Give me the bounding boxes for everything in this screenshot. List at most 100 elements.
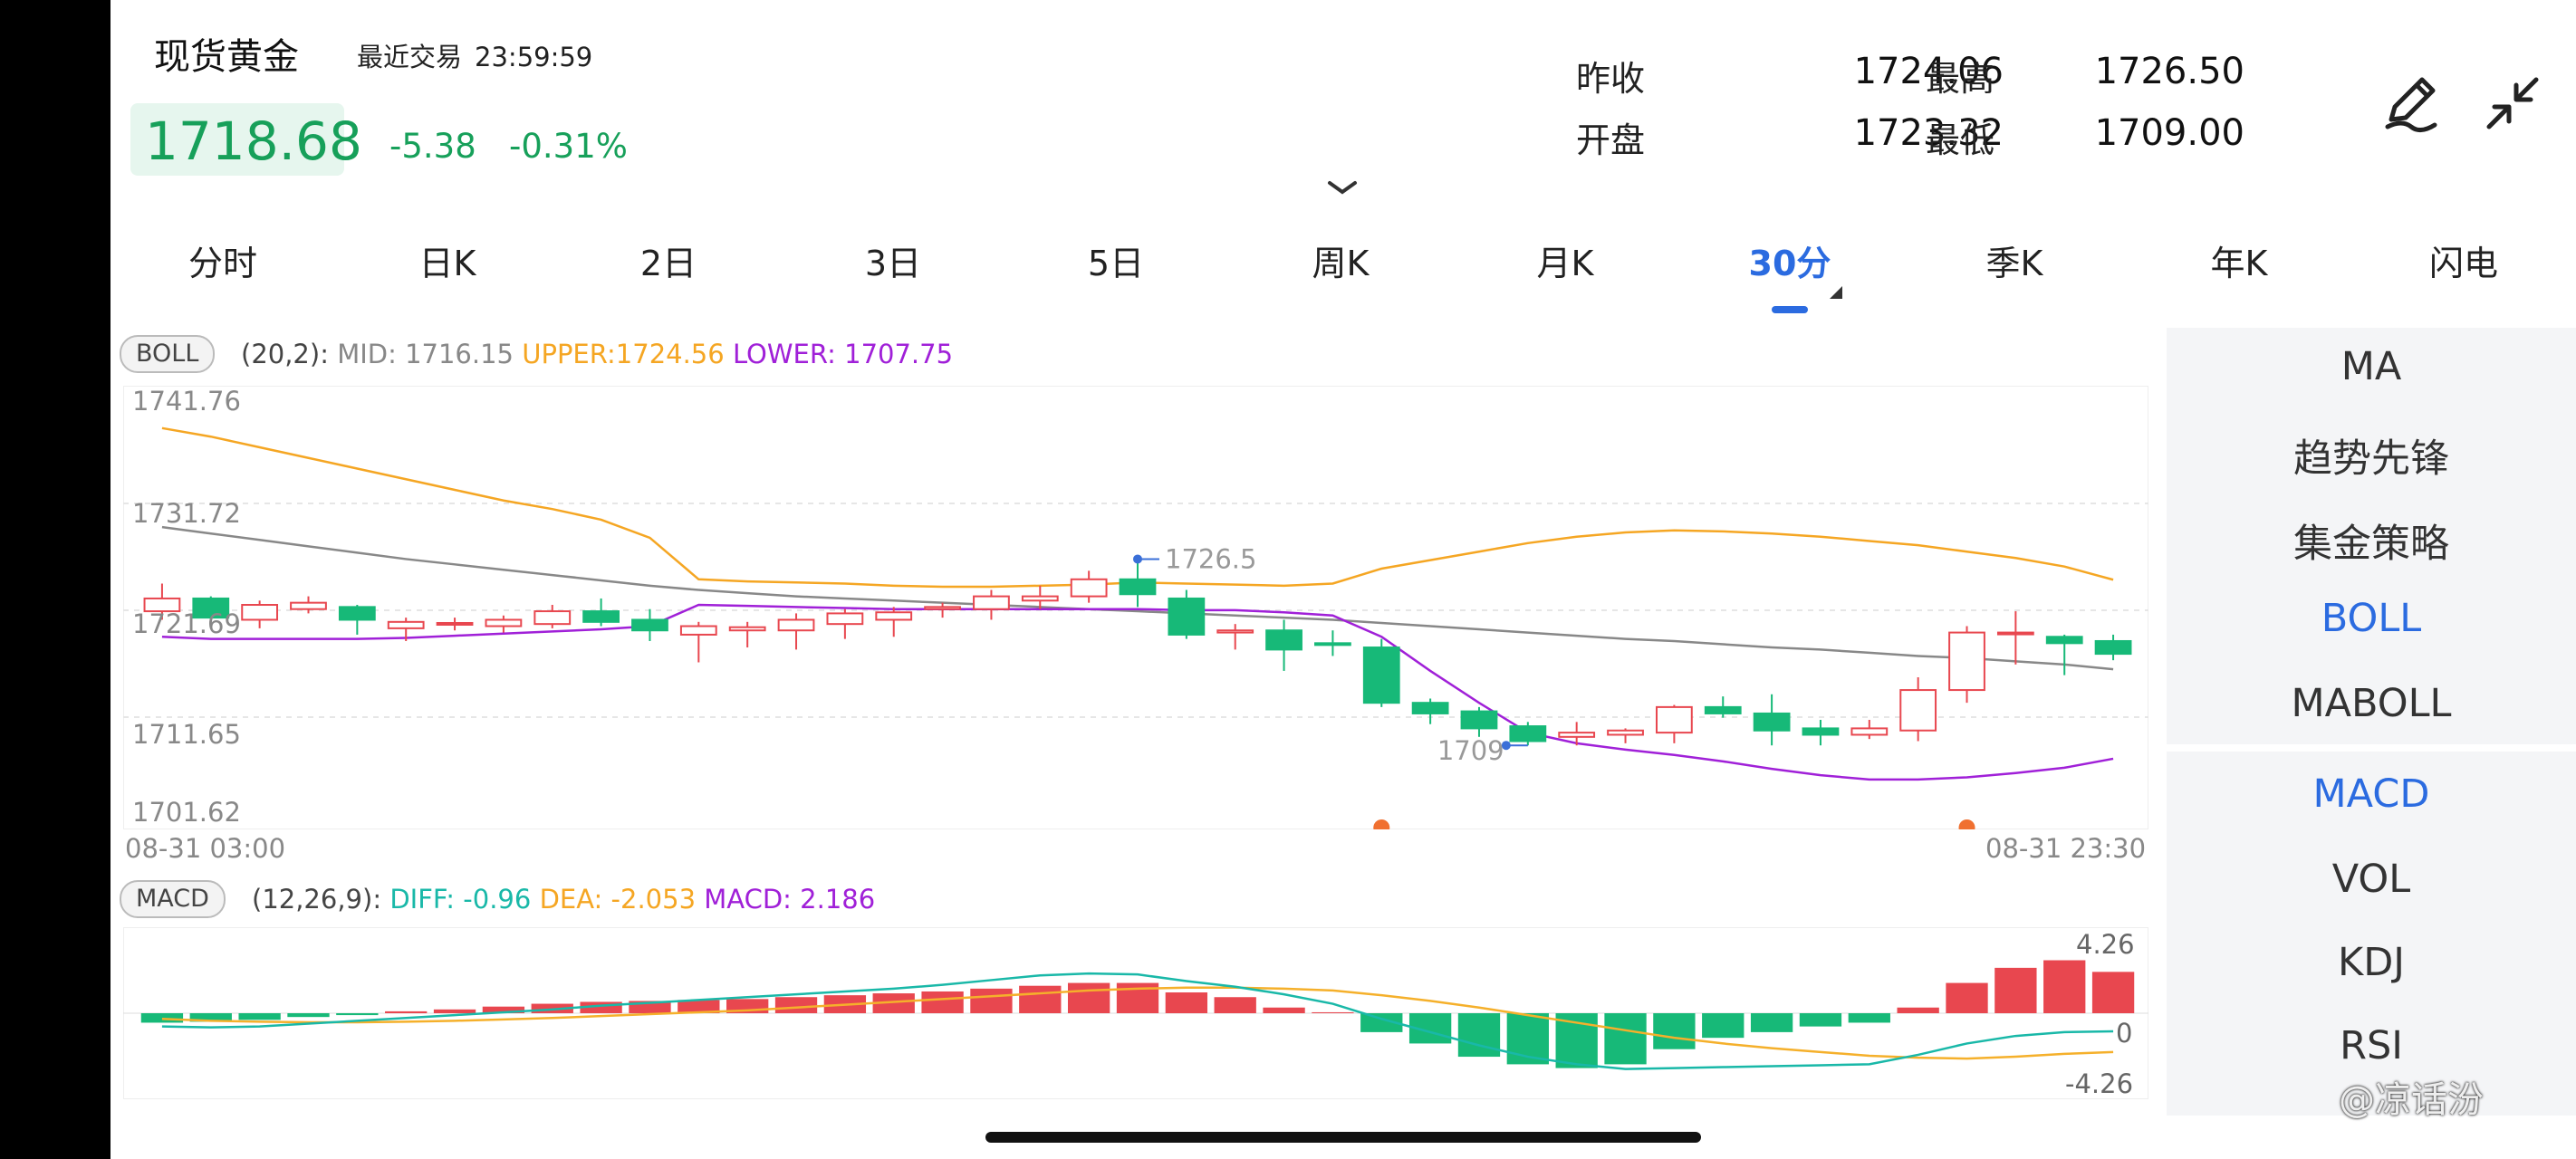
home-indicator[interactable] bbox=[985, 1132, 1701, 1143]
chart-frame bbox=[123, 386, 2148, 829]
macd-bar bbox=[1312, 1011, 1354, 1013]
sidebar-divider bbox=[2167, 744, 2576, 752]
tab-5day[interactable]: 5日 bbox=[1088, 235, 1144, 285]
active-tab-indicator bbox=[1772, 306, 1808, 313]
indicator-rsi[interactable]: RSI bbox=[2167, 1023, 2576, 1068]
macd-bar bbox=[774, 997, 818, 1013]
candle-body bbox=[777, 618, 815, 632]
macd-chart[interactable] bbox=[123, 927, 2148, 1099]
macd-legend-tag[interactable]: MACD bbox=[120, 880, 226, 918]
candle-body bbox=[1070, 578, 1108, 598]
indicator-strategy[interactable]: 集金策略 bbox=[2167, 512, 2576, 569]
macd-bar bbox=[921, 991, 964, 1013]
tab-dropdown-caret-icon bbox=[1828, 284, 1844, 304]
tab-month-k[interactable]: 月K bbox=[1537, 235, 1594, 285]
candle-body bbox=[338, 606, 376, 621]
chevron-down-icon[interactable] bbox=[1322, 177, 1362, 199]
watermark: @凉话汾 bbox=[2339, 1079, 2484, 1121]
candle-body bbox=[826, 612, 864, 626]
candle-body bbox=[924, 606, 961, 610]
boll-lower: LOWER: 1707.75 bbox=[732, 339, 954, 369]
tab-quarter-k[interactable]: 季K bbox=[1986, 235, 2043, 285]
candle-body bbox=[1656, 705, 1693, 734]
current-price: 1718.68 bbox=[145, 110, 362, 172]
candlestick-chart[interactable]: 1726.5 1709 bbox=[123, 386, 2148, 829]
macd-bar bbox=[1604, 1013, 1647, 1065]
macd-dea: DEA: -2.053 bbox=[539, 884, 697, 915]
macd-bar bbox=[2043, 960, 2086, 1013]
low-annotation: 1709 bbox=[1437, 735, 1504, 766]
macd-bar bbox=[970, 988, 1013, 1013]
macd-bar bbox=[287, 1013, 330, 1018]
collapse-arrows-icon[interactable] bbox=[2476, 67, 2549, 139]
candle-body bbox=[1265, 629, 1302, 651]
macd-bar bbox=[1799, 1013, 1842, 1027]
macd-params: (12,26,9): bbox=[252, 884, 382, 915]
pencil-draw-icon[interactable] bbox=[2375, 67, 2447, 139]
high-value: 1726.50 bbox=[2094, 51, 2244, 92]
macd-y-zero: 0 bbox=[2116, 1018, 2133, 1049]
y-tick-1: 1741.76 bbox=[132, 386, 241, 417]
indicator-kdj[interactable]: KDJ bbox=[2167, 940, 2576, 985]
candle-body bbox=[875, 611, 913, 621]
y-tick-3: 1721.69 bbox=[132, 608, 241, 639]
indicator-boll[interactable]: BOLL bbox=[2167, 596, 2576, 641]
macd-bar bbox=[1019, 985, 1062, 1013]
period-tabs: 分时 日K 2日 3日 5日 周K 月K 30分 季K 年K 闪电 bbox=[111, 235, 2576, 308]
x-end-label: 08-31 23:30 bbox=[1985, 833, 2147, 864]
macd-bar bbox=[1897, 1007, 1939, 1013]
boll-legend: (20,2): MID: 1716.15 UPPER:1724.56 LOWER… bbox=[241, 339, 953, 369]
x-start-label: 08-31 03:00 bbox=[125, 833, 286, 864]
indicator-maboll[interactable]: MABOLL bbox=[2167, 681, 2576, 726]
macd-bar bbox=[1263, 1007, 1305, 1013]
candle-body bbox=[1509, 725, 1547, 742]
y-tick-4: 1711.65 bbox=[132, 719, 241, 750]
indicator-trend[interactable]: 趋势先锋 bbox=[2167, 427, 2576, 484]
candle-body bbox=[728, 626, 766, 632]
candle-body bbox=[1753, 712, 1791, 732]
prev-close-label: 昨收 bbox=[1576, 59, 1646, 99]
candle-body bbox=[1411, 702, 1449, 714]
high-marker-dot bbox=[1133, 554, 1142, 564]
indicator-ma[interactable]: MA bbox=[2167, 344, 2576, 389]
low-label: 最低 bbox=[1926, 120, 1995, 160]
tab-week-k[interactable]: 周K bbox=[1312, 235, 1370, 285]
candle-body bbox=[582, 610, 620, 623]
candle-body bbox=[2045, 636, 2083, 645]
macd-bar bbox=[433, 1009, 476, 1013]
candle-body bbox=[1314, 642, 1351, 647]
tab-flash[interactable]: 闪电 bbox=[2429, 235, 2498, 285]
tab-30min[interactable]: 30分 bbox=[1749, 235, 1831, 285]
tab-2day[interactable]: 2日 bbox=[640, 235, 697, 285]
macd-bar bbox=[1702, 1013, 1745, 1039]
app-window: 现货黄金 最近交易 23:59:59 1718.68 -5.38 -0.31% 昨… bbox=[111, 0, 2576, 1159]
candle-body bbox=[1021, 595, 1059, 602]
open-label: 开盘 bbox=[1576, 120, 1646, 160]
candle-body bbox=[2094, 639, 2132, 656]
macd-bar bbox=[1067, 982, 1110, 1013]
tab-fenshi[interactable]: 分时 bbox=[188, 235, 257, 285]
indicator-macd[interactable]: MACD bbox=[2167, 771, 2576, 817]
high-annotation: 1726.5 bbox=[1165, 543, 1256, 574]
boll-legend-tag[interactable]: BOLL bbox=[120, 335, 216, 373]
high-label: 最高 bbox=[1926, 59, 1995, 99]
tab-day-k[interactable]: 日K bbox=[419, 235, 476, 285]
macd-diff: DIFF: -0.96 bbox=[389, 884, 532, 915]
candle-body bbox=[679, 625, 717, 636]
tab-3day[interactable]: 3日 bbox=[865, 235, 921, 285]
macd-bar bbox=[1994, 967, 2037, 1013]
macd-bar bbox=[1750, 1013, 1793, 1032]
y-tick-2: 1731.72 bbox=[132, 498, 241, 529]
last-trade-label: 最近交易 bbox=[357, 42, 463, 72]
tab-year-k[interactable]: 年K bbox=[2211, 235, 2268, 285]
candle-body bbox=[1704, 705, 1742, 714]
boll-upper: UPPER:1724.56 bbox=[522, 339, 725, 369]
boll-params: (20,2): bbox=[241, 339, 329, 369]
candle-body bbox=[1168, 597, 1206, 636]
candle-body bbox=[533, 610, 572, 626]
macd-bar bbox=[1214, 997, 1256, 1013]
y-tick-5: 1701.62 bbox=[132, 797, 241, 828]
candle-body bbox=[1948, 631, 1985, 692]
indicator-vol[interactable]: VOL bbox=[2167, 857, 2576, 902]
candle-body bbox=[1996, 631, 2034, 636]
